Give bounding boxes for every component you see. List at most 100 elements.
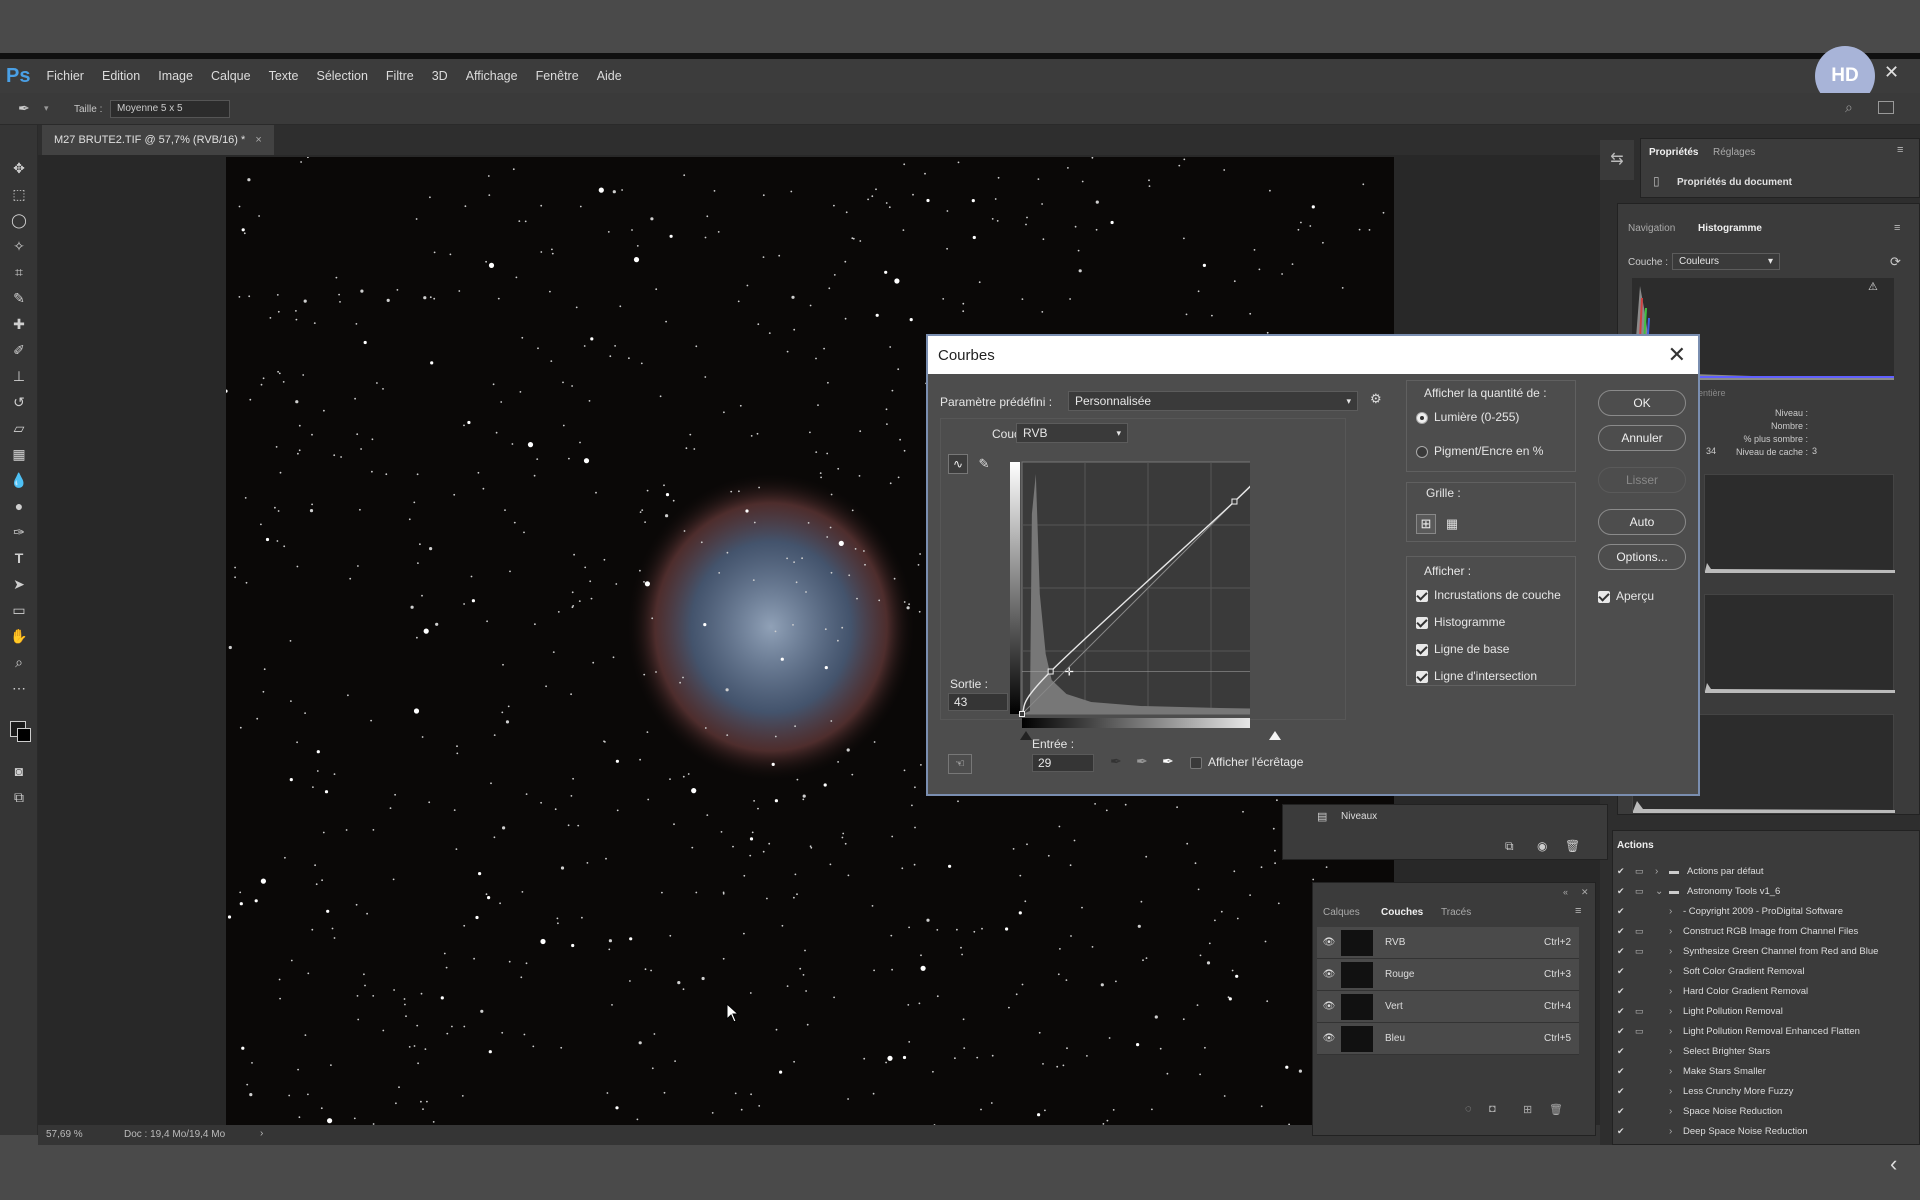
preset-select[interactable]: Personnalisée ▾ [1068,391,1358,411]
pencil-tool-icon[interactable]: ✎ [974,454,994,474]
menu-fichier[interactable]: Fichier [46,69,84,83]
screen-mode-icon[interactable]: ⧉ [8,787,30,807]
simple-grid-icon[interactable]: ⊞ [1416,514,1436,534]
eye-icon[interactable]: 👁 [1317,1001,1341,1012]
menu-3d[interactable]: 3D [432,69,448,83]
tab-paths[interactable]: Tracés [1441,907,1471,918]
channels-close-icon[interactable]: ✕ [1581,887,1589,898]
targeted-adjust-icon[interactable]: ☜ [948,754,972,774]
curve-point-tool-icon[interactable]: ∿ [948,454,968,474]
new-channel-icon[interactable]: ⊞ [1523,1103,1532,1116]
menu-selection[interactable]: Sélection [316,69,367,83]
chevron-down-icon[interactable]: ▾ [44,103,49,114]
channel-row-red[interactable]: 👁 Rouge Ctrl+3 [1317,959,1579,991]
action-row[interactable]: ✔ › - Copyright 2009 - ProDigital Software [1617,901,1917,921]
history-brush-icon[interactable]: ↺ [8,392,30,412]
white-eyedropper-icon[interactable]: ✒ [1162,753,1174,770]
save-selection-icon[interactable]: ◘ [1489,1103,1496,1115]
document-tab[interactable]: M27 BRUTE2.TIF @ 57,7% (RVB/16) * × [42,125,274,155]
dialog-toggle-icon[interactable]: ▭ [1635,886,1655,897]
zoom-tool-icon[interactable]: ⌕ [8,652,30,672]
check-icon[interactable]: ✔ [1617,906,1635,917]
eraser-tool-icon[interactable]: ▱ [8,418,30,438]
action-row[interactable]: ✔ › Soft Color Gradient Removal [1617,961,1917,981]
expand-icon[interactable]: › [1669,1006,1683,1017]
magic-wand-icon[interactable]: ✧ [8,236,30,256]
input-field[interactable]: 29 [1032,754,1094,772]
rectangle-tool-icon[interactable]: ▭ [8,600,30,620]
delete-channel-icon[interactable]: 🗑 [1549,1103,1563,1116]
baseline-checkbox[interactable]: Ligne de base [1416,642,1509,656]
expand-icon[interactable]: › [1669,966,1683,977]
blur-tool-icon[interactable]: 💧 [8,470,30,490]
dodge-tool-icon[interactable]: ● [8,496,30,516]
histogram-channel-select[interactable]: Couleurs ▾ [1672,253,1780,270]
curve-graph[interactable]: ✛ [1010,454,1277,730]
crop-tool-icon[interactable]: ⌗ [8,262,30,282]
load-selection-icon[interactable]: ◌ [1465,1103,1472,1115]
menu-affichage[interactable]: Affichage [466,69,518,83]
hand-tool-icon[interactable]: ✋ [8,626,30,646]
check-icon[interactable]: ✔ [1617,986,1635,997]
expand-icon[interactable]: › [1669,906,1683,917]
more-tools-icon[interactable]: ⋯ [8,678,30,698]
smooth-button[interactable]: Lisser [1598,467,1686,493]
check-icon[interactable]: ✔ [1617,1006,1635,1017]
window-close-icon[interactable]: ✕ [1884,62,1899,83]
expand-icon[interactable]: › [1669,986,1683,997]
type-tool-icon[interactable]: T [8,548,30,568]
cancel-button[interactable]: Annuler [1598,425,1686,451]
action-row[interactable]: ✔ ▭ › Construct RGB Image from Channel File… [1617,921,1917,941]
tab-properties[interactable]: Propriétés [1649,147,1698,158]
gray-eyedropper-icon[interactable]: ✒ [1136,753,1148,770]
chevron-left-icon[interactable]: ‹ [1890,1151,1897,1177]
preview-checkbox[interactable]: Aperçu [1598,589,1654,603]
check-icon[interactable]: ✔ [1617,926,1635,937]
status-expand-icon[interactable]: › [260,1128,263,1139]
menu-image[interactable]: Image [158,69,193,83]
check-icon[interactable]: ✔ [1617,866,1635,877]
clip-layer-icon[interactable]: ⧉ [1505,839,1514,854]
menu-edition[interactable]: Edition [102,69,140,83]
black-eyedropper-icon[interactable]: ✒ [1110,753,1122,770]
quick-mask-icon[interactable]: ◙ [8,761,30,781]
eye-icon[interactable]: 👁 [1317,937,1341,948]
action-row[interactable]: ✔ › Make Stars Smaller [1617,1061,1917,1081]
check-icon[interactable]: ✔ [1617,1066,1635,1077]
light-radio[interactable]: Lumière (0-255) [1416,410,1519,424]
output-field[interactable]: 43 [948,693,1008,711]
action-row[interactable]: ✔ › Less Crunchy More Fuzzy [1617,1081,1917,1101]
histogram-menu-icon[interactable]: ≡ [1894,222,1900,234]
eyedropper-tool-icon[interactable]: ✒ [18,100,30,117]
healing-brush-icon[interactable]: ✚ [8,314,30,334]
eyedropper-icon[interactable]: ✎ [8,288,30,308]
dialog-close-icon[interactable]: ✕ [1668,342,1686,368]
menu-aide[interactable]: Aide [597,69,622,83]
dialog-toggle-icon[interactable]: ▭ [1635,946,1655,957]
curve-control-point[interactable] [1047,668,1054,675]
preset-gear-icon[interactable]: ⚙ [1370,391,1382,407]
check-icon[interactable]: ✔ [1617,1126,1635,1137]
auto-button[interactable]: Auto [1598,509,1686,535]
menu-filtre[interactable]: Filtre [386,69,414,83]
background-color-swatch[interactable] [17,728,31,742]
levels-label[interactable]: Niveaux [1341,811,1377,822]
size-select[interactable]: Moyenne 5 x 5 [110,100,230,118]
channel-row-blue[interactable]: 👁 Bleu Ctrl+5 [1317,1023,1579,1055]
ok-button[interactable]: OK [1598,390,1686,416]
check-icon[interactable]: ✔ [1617,1086,1635,1097]
expand-icon[interactable]: ⌄ [1655,886,1669,897]
action-row[interactable]: ✔ › Space Noise Reduction [1617,1101,1917,1121]
tab-navigation[interactable]: Navigation [1628,223,1675,234]
tab-adjustments[interactable]: Réglages [1713,147,1755,158]
refresh-icon[interactable]: ⟳ [1890,254,1901,270]
expand-icon[interactable]: › [1655,866,1669,877]
expand-icon[interactable]: › [1669,946,1683,957]
check-icon[interactable]: ✔ [1617,1026,1635,1037]
check-icon[interactable]: ✔ [1617,1106,1635,1117]
eye-icon[interactable]: 👁 [1317,969,1341,980]
show-clipping-checkbox[interactable]: Afficher l'écrêtage [1190,755,1303,769]
action-row[interactable]: ✔ › Deep Space Noise Reduction [1617,1121,1917,1141]
channel-row-rgb[interactable]: 👁 RVB Ctrl+2 [1317,927,1579,959]
intersection-checkbox[interactable]: Ligne d'intersection [1416,669,1537,683]
